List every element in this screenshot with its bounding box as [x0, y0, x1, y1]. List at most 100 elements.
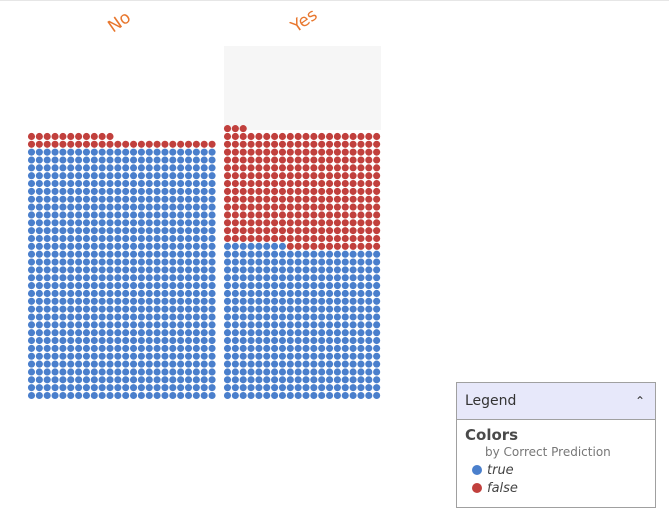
waffle-dot-yes-true[interactable]	[231, 344, 239, 352]
waffle-dot-yes-true[interactable]	[357, 376, 365, 384]
waffle-dot-no-true[interactable]	[51, 266, 59, 274]
waffle-dot-no-true[interactable]	[177, 376, 185, 384]
waffle-dot-yes-true[interactable]	[357, 266, 365, 274]
waffle-dot-yes-true[interactable]	[271, 368, 279, 376]
waffle-dot-yes-false[interactable]	[247, 234, 255, 243]
waffle-dot-no-true[interactable]	[153, 148, 161, 156]
waffle-dot-yes-false[interactable]	[302, 203, 310, 211]
waffle-dot-yes-true[interactable]	[247, 329, 255, 337]
waffle-dot-yes-true[interactable]	[333, 329, 341, 337]
waffle-dot-yes-true[interactable]	[255, 242, 263, 250]
waffle-dot-yes-true[interactable]	[349, 321, 357, 329]
waffle-dot-no-true[interactable]	[27, 321, 36, 329]
waffle-dot-no-false[interactable]	[43, 140, 51, 148]
waffle-dot-no-true[interactable]	[184, 282, 193, 290]
waffle-dot-yes-false[interactable]	[357, 148, 365, 156]
waffle-dot-no-true[interactable]	[200, 391, 208, 400]
waffle-dot-no-false[interactable]	[153, 140, 161, 148]
waffle-dot-yes-true[interactable]	[286, 274, 294, 282]
waffle-dot-yes-false[interactable]	[357, 195, 365, 203]
waffle-dot-no-true[interactable]	[169, 195, 177, 203]
waffle-dot-yes-false[interactable]	[333, 140, 341, 148]
waffle-dot-no-true[interactable]	[184, 391, 193, 400]
waffle-dot-no-true[interactable]	[98, 266, 106, 274]
waffle-dot-no-true[interactable]	[98, 234, 106, 243]
waffle-dot-no-true[interactable]	[106, 187, 114, 195]
waffle-dot-yes-false[interactable]	[341, 211, 349, 219]
waffle-dot-no-true[interactable]	[184, 211, 193, 219]
waffle-dot-yes-true[interactable]	[294, 376, 302, 384]
waffle-dot-yes-true[interactable]	[223, 376, 232, 384]
waffle-dot-yes-false[interactable]	[255, 180, 263, 188]
waffle-dot-no-true[interactable]	[114, 376, 122, 384]
waffle-dot-no-true[interactable]	[67, 219, 75, 227]
waffle-dot-yes-true[interactable]	[271, 321, 279, 329]
waffle-dot-yes-false[interactable]	[231, 140, 239, 148]
waffle-dot-no-true[interactable]	[200, 266, 208, 274]
waffle-dot-no-true[interactable]	[169, 313, 177, 321]
waffle-dot-no-true[interactable]	[43, 211, 51, 219]
waffle-dot-yes-true[interactable]	[333, 376, 341, 384]
waffle-dot-no-true[interactable]	[169, 266, 177, 274]
waffle-dot-yes-true[interactable]	[231, 313, 239, 321]
waffle-dot-yes-false[interactable]	[373, 140, 381, 148]
waffle-dot-no-true[interactable]	[192, 368, 200, 376]
waffle-dot-yes-true[interactable]	[310, 329, 318, 337]
waffle-dot-no-true[interactable]	[192, 234, 200, 243]
waffle-dot-yes-true[interactable]	[326, 368, 334, 376]
waffle-dot-no-true[interactable]	[169, 172, 177, 180]
waffle-dot-no-true[interactable]	[145, 180, 153, 188]
waffle-dot-yes-true[interactable]	[223, 384, 232, 392]
waffle-dot-yes-true[interactable]	[247, 376, 255, 384]
waffle-dot-no-true[interactable]	[184, 321, 193, 329]
waffle-dot-yes-false[interactable]	[231, 180, 239, 188]
waffle-dot-no-true[interactable]	[177, 329, 185, 337]
waffle-dot-no-true[interactable]	[106, 203, 114, 211]
waffle-dot-yes-false[interactable]	[263, 172, 271, 180]
waffle-dot-no-true[interactable]	[114, 227, 122, 235]
waffle-dot-yes-false[interactable]	[294, 148, 302, 156]
waffle-dot-no-true[interactable]	[145, 321, 153, 329]
waffle-dot-no-true[interactable]	[200, 211, 208, 219]
waffle-dot-yes-false[interactable]	[333, 148, 341, 156]
waffle-dot-yes-false[interactable]	[239, 203, 247, 211]
waffle-dot-yes-false[interactable]	[223, 234, 232, 243]
waffle-dot-no-true[interactable]	[67, 391, 75, 400]
waffle-dot-yes-false[interactable]	[341, 227, 349, 235]
waffle-dot-yes-false[interactable]	[263, 132, 271, 140]
waffle-dot-no-true[interactable]	[106, 384, 114, 392]
waffle-dot-yes-false[interactable]	[349, 203, 357, 211]
waffle-dot-no-true[interactable]	[184, 156, 193, 164]
waffle-dot-no-true[interactable]	[59, 258, 67, 266]
waffle-dot-yes-false[interactable]	[294, 211, 302, 219]
waffle-dot-yes-true[interactable]	[239, 384, 247, 392]
waffle-dot-no-true[interactable]	[114, 156, 122, 164]
waffle-dot-no-true[interactable]	[35, 360, 43, 368]
waffle-dot-no-true[interactable]	[75, 219, 83, 227]
waffle-dot-no-true[interactable]	[35, 352, 43, 360]
waffle-dot-yes-true[interactable]	[365, 289, 373, 298]
waffle-dot-yes-true[interactable]	[278, 274, 287, 282]
waffle-dot-yes-true[interactable]	[231, 297, 239, 305]
waffle-dot-yes-false[interactable]	[271, 132, 279, 140]
waffle-dot-no-true[interactable]	[137, 164, 145, 172]
waffle-dot-yes-false[interactable]	[239, 140, 247, 148]
waffle-dot-no-true[interactable]	[106, 250, 114, 258]
waffle-dot-yes-false[interactable]	[231, 195, 239, 203]
waffle-dot-yes-false[interactable]	[373, 203, 381, 211]
waffle-dot-no-true[interactable]	[192, 329, 200, 337]
waffle-dot-no-false[interactable]	[106, 132, 114, 140]
waffle-dot-yes-false[interactable]	[341, 164, 349, 172]
waffle-dot-no-true[interactable]	[137, 352, 145, 360]
waffle-dot-yes-true[interactable]	[310, 384, 318, 392]
waffle-dot-no-true[interactable]	[208, 289, 216, 298]
waffle-dot-no-true[interactable]	[90, 329, 98, 337]
waffle-dot-yes-true[interactable]	[278, 266, 287, 274]
waffle-dot-no-true[interactable]	[67, 352, 75, 360]
waffle-dot-no-true[interactable]	[75, 203, 83, 211]
waffle-dot-no-false[interactable]	[75, 132, 83, 140]
waffle-dot-yes-true[interactable]	[239, 329, 247, 337]
waffle-dot-yes-true[interactable]	[302, 297, 310, 305]
waffle-dot-no-true[interactable]	[67, 368, 75, 376]
waffle-dot-no-true[interactable]	[90, 164, 98, 172]
